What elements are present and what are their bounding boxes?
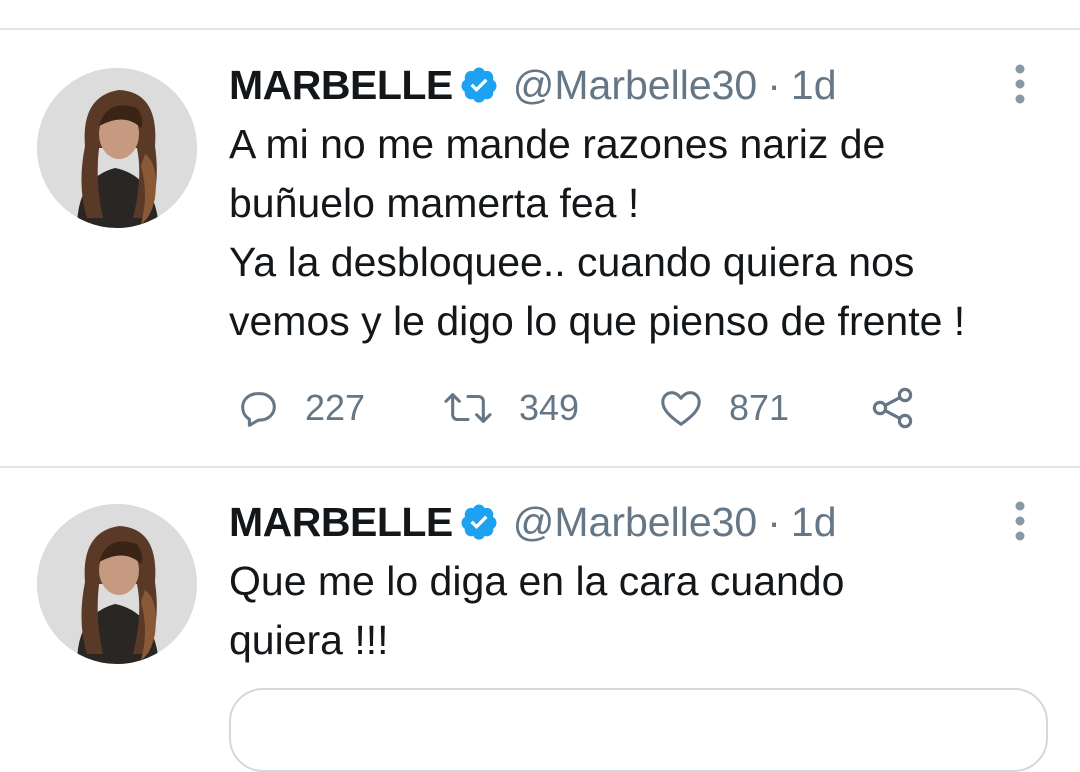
tweet-text-line: A mi no me mande razones nariz de	[229, 121, 886, 167]
author-name[interactable]: MARBELLE	[229, 497, 453, 547]
heart-icon	[657, 385, 705, 431]
verified-badge-icon	[459, 65, 499, 105]
author-avatar[interactable]	[37, 504, 197, 664]
tweet-text-line: Que me lo diga en la cara cuando	[229, 558, 845, 604]
author-avatar[interactable]	[37, 68, 197, 228]
like-button[interactable]: 871	[657, 378, 789, 438]
author-handle[interactable]: @Marbelle30	[513, 497, 757, 547]
like-count: 871	[729, 387, 790, 428]
verified-badge-icon	[459, 502, 499, 542]
separator-dot: ·	[767, 499, 781, 545]
reply-icon	[235, 385, 281, 431]
tweet-text-line: buñuelo mamerta fea !	[229, 180, 640, 226]
retweet-count: 349	[519, 387, 580, 428]
reply-button[interactable]: 227	[235, 378, 365, 438]
tweet-header: MARBELLE @Marbelle30 · 1d	[229, 60, 837, 110]
separator-dot: ·	[767, 62, 781, 108]
author-name[interactable]: MARBELLE	[229, 60, 453, 110]
tweet-timestamp[interactable]: 1d	[791, 497, 837, 547]
tweet-2[interactable]: MARBELLE @Marbelle30 · 1d Que me lo diga…	[0, 468, 1080, 720]
tweet-text: A mi no me mande razones nariz de buñuel…	[229, 115, 1059, 351]
author-handle[interactable]: @Marbelle30	[513, 60, 757, 110]
tweet-actions: 227 349 871	[229, 378, 949, 438]
quoted-tweet-card[interactable]	[229, 688, 1048, 772]
more-options-icon[interactable]	[1005, 60, 1035, 110]
share-button[interactable]	[869, 378, 917, 438]
reply-count: 227	[305, 387, 366, 428]
tweet-text-line: quiera !!!	[229, 617, 389, 663]
tweet-text: Que me lo diga en la cara cuando quiera …	[229, 552, 1059, 670]
retweet-button[interactable]: 349	[441, 378, 579, 438]
tweet-1[interactable]: MARBELLE @Marbelle30 · 1d A mi no me man…	[0, 0, 1080, 466]
retweet-icon	[441, 385, 495, 431]
tweet-header: MARBELLE @Marbelle30 · 1d	[229, 497, 837, 547]
tweet-text-line: vemos y le digo lo que pienso de frente …	[229, 298, 966, 344]
tweet-timestamp[interactable]: 1d	[791, 60, 837, 110]
tweet-text-line: Ya la desbloquee.. cuando quiera nos	[229, 239, 915, 285]
share-icon	[869, 384, 917, 432]
more-options-icon[interactable]	[1005, 497, 1035, 547]
